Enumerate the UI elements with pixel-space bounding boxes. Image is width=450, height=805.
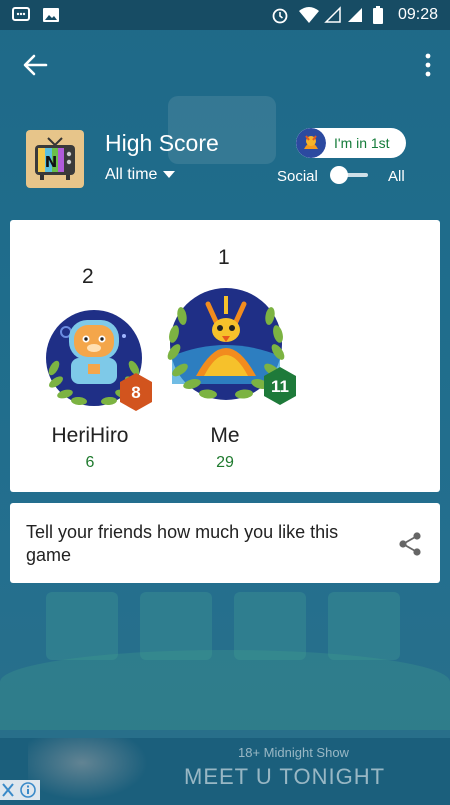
player-name: Me xyxy=(210,424,240,447)
leaderboard-card: 2 8 HeriHiro 6 1 11 Me 29 xyxy=(10,220,440,492)
toggle-all-label: All xyxy=(388,168,405,185)
ad-close-icon xyxy=(2,782,36,798)
toggle-knob xyxy=(330,166,348,184)
back-arrow-icon[interactable] xyxy=(20,50,50,80)
wifi-icon xyxy=(299,7,319,23)
retro-tv-icon: N xyxy=(35,137,75,180)
signal-icon-2 xyxy=(348,8,362,22)
page-title: High Score xyxy=(105,130,219,156)
status-time: 09:28 xyxy=(397,6,438,23)
time-period-dropdown[interactable]: All time xyxy=(105,166,176,184)
time-period-label: All time xyxy=(105,166,158,183)
svg-text:N: N xyxy=(45,153,58,171)
player-name: HeriHiro xyxy=(51,424,129,447)
share-icon[interactable] xyxy=(398,531,422,557)
toggle-social-label: Social xyxy=(277,168,318,185)
rank-number: 2 xyxy=(82,265,94,288)
background-hills xyxy=(0,650,450,730)
ad-banner[interactable]: 18+ Midnight Show MEET U TONIGHT xyxy=(0,738,450,800)
chevron-down-icon xyxy=(163,171,176,178)
share-card[interactable]: Tell your friends how much you like this… xyxy=(10,503,440,583)
ad-tagline: 18+ Midnight Show xyxy=(238,745,349,760)
level-number: 8 xyxy=(131,383,140,402)
ad-headline: MEET U TONIGHT xyxy=(184,764,386,789)
my-avatar-small xyxy=(296,128,326,158)
status-bar: 09:28 xyxy=(0,0,450,30)
player-avatar-herihiro[interactable]: 8 xyxy=(38,306,152,418)
rank-number: 1 xyxy=(218,246,230,269)
my-rank-label: I'm in 1st xyxy=(334,135,390,151)
game-icon: N xyxy=(26,130,84,188)
player-score: 29 xyxy=(216,454,234,471)
player-avatar-me[interactable]: 11 xyxy=(156,284,296,414)
player-score: 6 xyxy=(85,454,95,471)
background-star-tile xyxy=(46,592,118,660)
my-rank-chip[interactable]: I'm in 1st xyxy=(296,128,406,158)
level-badge: 8 xyxy=(120,373,152,411)
signal-icon xyxy=(324,6,341,23)
notification-image-icon xyxy=(43,8,59,22)
notification-message-icon xyxy=(12,7,30,21)
background-podium-tile xyxy=(328,592,400,660)
level-badge: 11 xyxy=(264,367,296,405)
social-all-toggle[interactable] xyxy=(328,166,370,184)
battery-icon xyxy=(373,6,383,24)
level-number: 11 xyxy=(271,377,289,396)
app-bar xyxy=(0,30,450,100)
share-prompt-text: Tell your friends how much you like this… xyxy=(26,522,339,565)
alarm-icon xyxy=(272,8,288,24)
ad-choices-badge[interactable] xyxy=(0,780,40,800)
ad-image xyxy=(28,738,148,800)
more-options-icon[interactable] xyxy=(420,50,436,80)
